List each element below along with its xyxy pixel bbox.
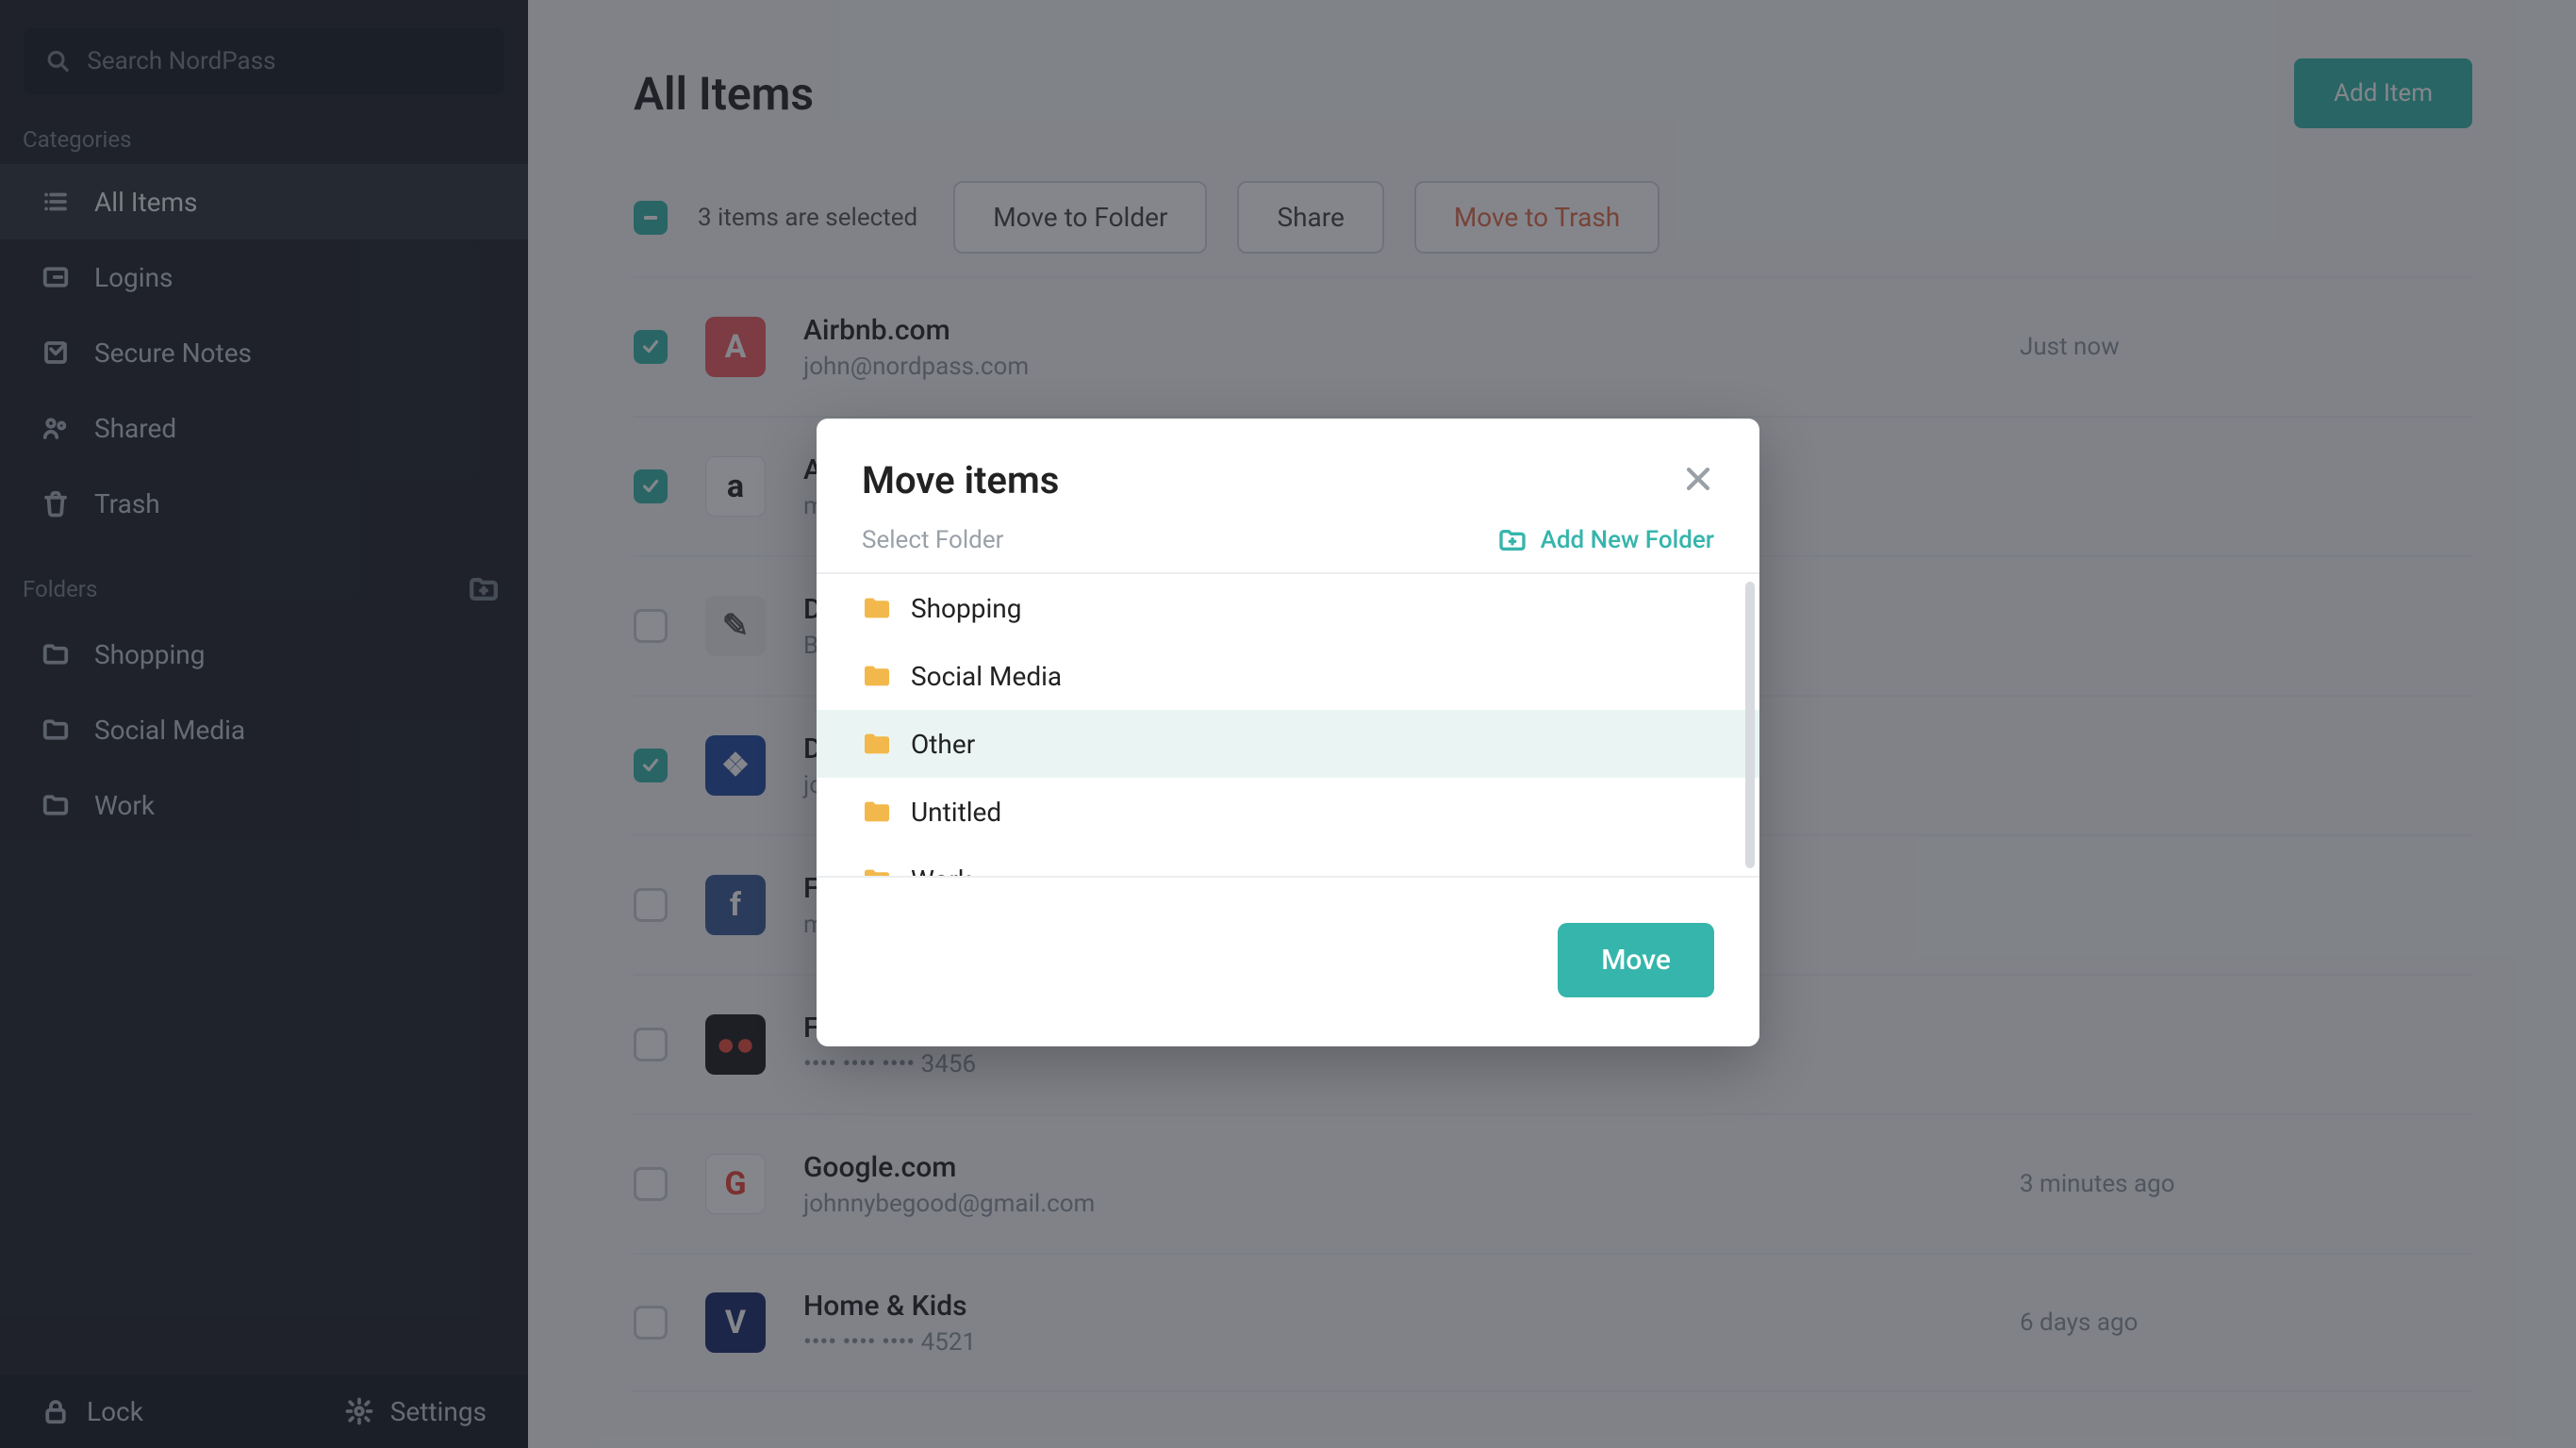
folder-option[interactable]: Untitled <box>817 778 1759 846</box>
select-folder-label: Select Folder <box>862 526 1003 554</box>
folder-option-label: Shopping <box>911 593 1021 624</box>
close-icon <box>1682 463 1714 495</box>
add-new-folder-label: Add New Folder <box>1541 526 1714 554</box>
folder-icon <box>862 596 892 620</box>
folder-option-label: Social Media <box>911 661 1062 692</box>
add-folder-icon <box>1497 525 1527 555</box>
folder-option-label: Work <box>911 864 971 879</box>
folder-icon <box>862 799 892 824</box>
move-items-modal: Move items Select Folder Add New Folder … <box>817 419 1759 1046</box>
modal-close-button[interactable] <box>1682 463 1714 499</box>
modal-subheader: Select Folder Add New Folder <box>817 525 1759 572</box>
folder-option[interactable]: Other <box>817 710 1759 778</box>
folder-options-list[interactable]: Shopping Social Media Other Untitled Work <box>817 572 1759 878</box>
folder-icon <box>862 867 892 878</box>
modal-overlay[interactable]: Move items Select Folder Add New Folder … <box>0 0 2576 1448</box>
folder-icon <box>862 664 892 688</box>
folder-option[interactable]: Work <box>817 846 1759 878</box>
modal-title: Move items <box>862 458 1059 502</box>
move-button[interactable]: Move <box>1558 923 1714 997</box>
folder-option-label: Other <box>911 729 975 760</box>
modal-header: Move items <box>817 419 1759 525</box>
folder-option[interactable]: Social Media <box>817 642 1759 710</box>
folder-option[interactable]: Shopping <box>817 574 1759 642</box>
folder-icon <box>862 732 892 756</box>
folder-option-label: Untitled <box>911 797 1001 828</box>
modal-footer: Move <box>817 878 1759 1046</box>
add-new-folder-button[interactable]: Add New Folder <box>1497 525 1714 555</box>
